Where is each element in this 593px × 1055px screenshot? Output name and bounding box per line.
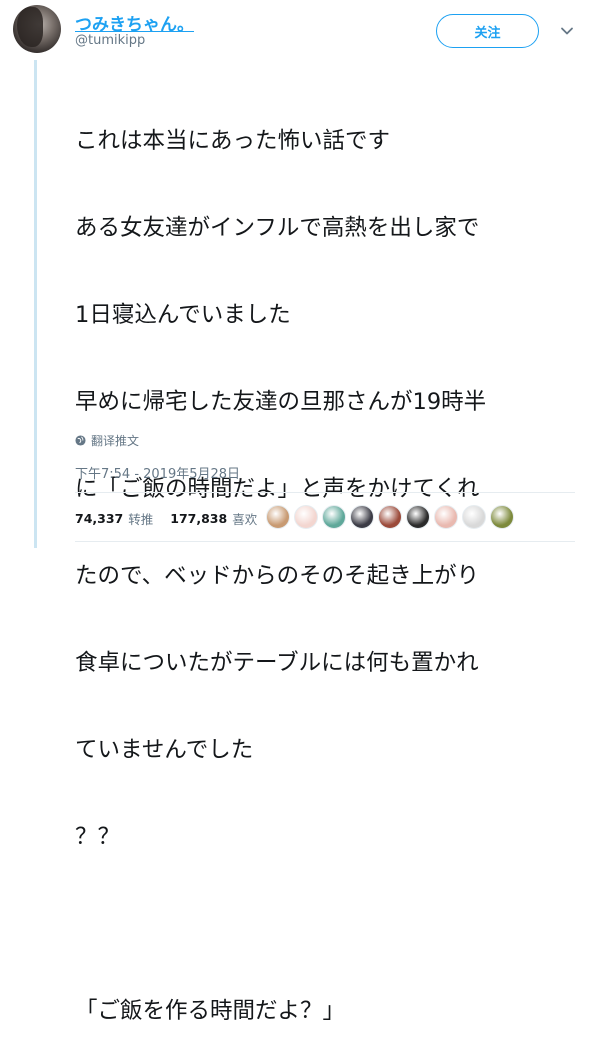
tweet-line: たので、ベッドからのそのそ起き上がり <box>75 563 480 589</box>
chevron-down-icon[interactable] <box>560 24 574 38</box>
retweet-label[interactable]: 转推 <box>128 509 153 528</box>
tweet-text: これは本当にあった怖い話です ある女友達がインフルで高熱を出し家で 1日寝込んで… <box>75 69 585 1055</box>
tweet-line: 早めに帰宅した友達の旦那さんが19時半 <box>75 389 487 415</box>
translate-link[interactable]: 翻译推文 <box>75 432 139 449</box>
tweet-line: 「ご飯を作る時間だよ？」 <box>75 998 346 1024</box>
display-name[interactable]: つみきちゃん。 <box>75 10 194 35</box>
liker-avatar-2[interactable] <box>294 505 318 529</box>
liker-avatar-9[interactable] <box>490 505 514 529</box>
liker-avatar-5[interactable] <box>378 505 402 529</box>
avatar-hair <box>17 7 43 47</box>
tweet-line: これは本当にあった怖い話です <box>75 128 391 154</box>
tweet-line: ていませんでした <box>75 737 254 763</box>
tweet-line: ある女友達がインフルで高熱を出し家で <box>75 215 480 241</box>
tweet-line <box>75 910 585 939</box>
globe-icon <box>75 435 86 446</box>
like-label[interactable]: 喜欢 <box>232 509 257 528</box>
liker-avatar-4[interactable] <box>350 505 374 529</box>
liker-avatar-8[interactable] <box>462 505 486 529</box>
divider <box>75 541 575 542</box>
liker-avatars <box>266 505 514 529</box>
translate-label: 翻译推文 <box>91 434 140 448</box>
retweet-count[interactable]: 74,337 <box>75 511 123 526</box>
thread-line <box>34 60 37 548</box>
follow-button[interactable]: 关注 <box>436 14 539 48</box>
timestamp[interactable]: 下午7:54 - 2019年5月28日 <box>75 463 240 482</box>
avatar[interactable] <box>13 5 61 53</box>
tweet-line: 食卓についたがテーブルには何も置かれ <box>75 650 479 676</box>
divider <box>75 492 575 493</box>
like-count[interactable]: 177,838 <box>170 511 227 526</box>
liker-avatar-6[interactable] <box>406 505 430 529</box>
liker-avatar-3[interactable] <box>322 505 346 529</box>
username[interactable]: @tumikipp <box>75 33 145 48</box>
liker-avatar-7[interactable] <box>434 505 458 529</box>
tweet-stats: 74,337 转推 177,838 喜欢 <box>75 509 269 528</box>
tweet-line: ？？ <box>75 824 121 850</box>
tweet-line: 1日寝込んでいました <box>75 302 291 328</box>
liker-avatar-1[interactable] <box>266 505 290 529</box>
